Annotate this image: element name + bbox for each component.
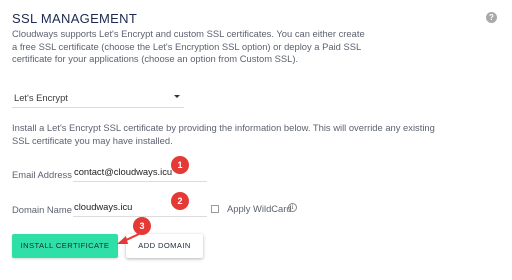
ssl-management-panel: SSL MANAGEMENT ? Cloudways supports Let'…	[0, 0, 512, 280]
annotation-arrow-icon	[117, 233, 140, 244]
